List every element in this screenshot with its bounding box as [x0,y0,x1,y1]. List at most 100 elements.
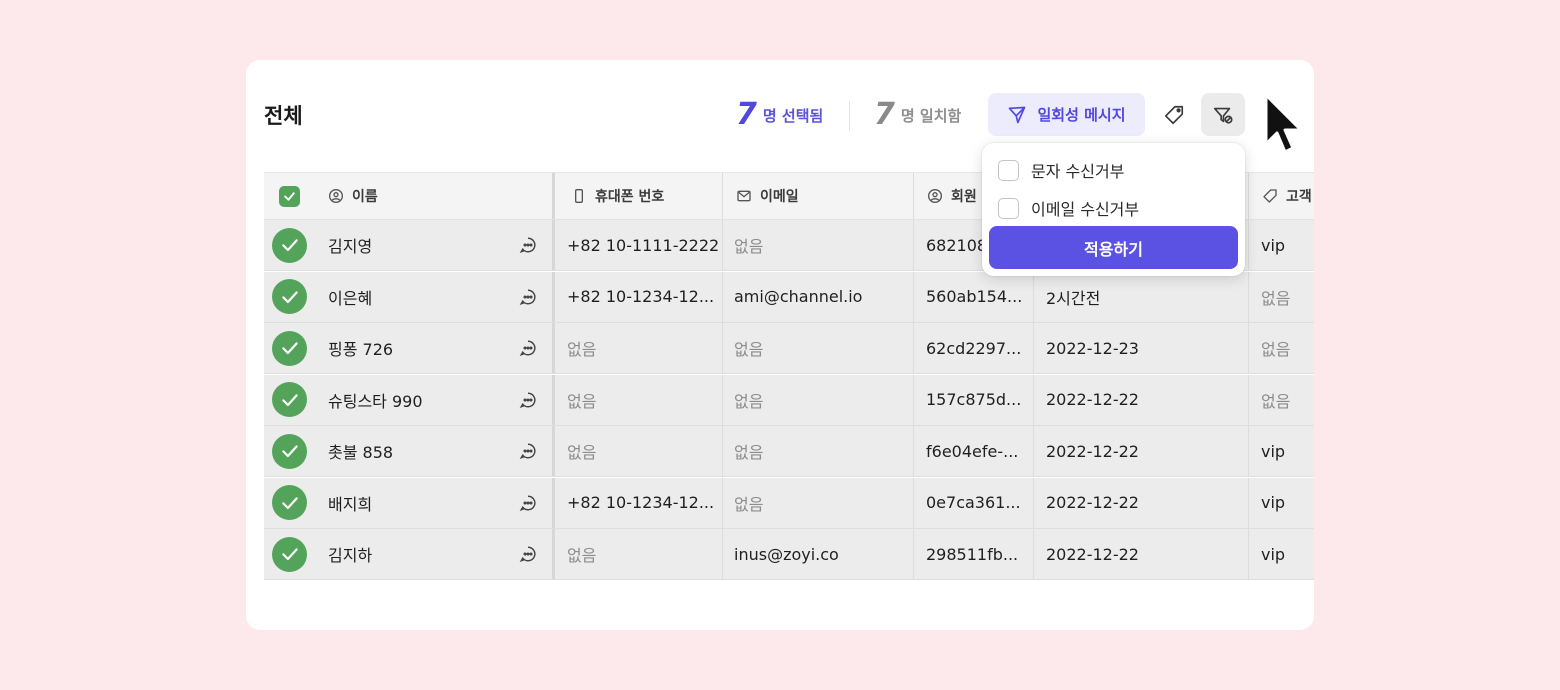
column-divider [1248,529,1249,579]
row-checkbox[interactable] [272,536,307,572]
column-divider [722,220,723,270]
table-row[interactable]: 슈팅스타 990 없음 없음 157c875d... 2022-12-22 없음 [264,374,1314,426]
email-cell: 없음 [734,340,764,359]
column-divider [1248,477,1249,528]
filter-button[interactable] [1201,93,1245,136]
email-cell: 없음 [734,494,764,514]
table-row[interactable]: 김지하 없음 inus@zoyi.co 298511fb... 2022-12-22 vi… [264,529,1314,580]
table-row[interactable]: 배지희 +82 10-1234-12... 없음 0e7ca361... 2022-12… [264,477,1314,529]
column-divider [722,173,723,219]
onetime-message-button[interactable]: 일회성 메시지 [988,93,1145,136]
tag-cell: 없음 [1261,288,1291,308]
column-divider [1248,426,1249,476]
chat-icon[interactable] [519,339,537,357]
apply-button[interactable]: 적용하기 [989,226,1238,269]
filter-option-sms-optout[interactable]: 문자 수신거부 [998,158,1124,182]
column-divider [1248,220,1249,270]
name-cell: 이은혜 [328,288,373,308]
email-optout-checkbox[interactable] [998,197,1019,219]
column-divider [552,374,555,425]
chat-icon[interactable] [519,288,537,306]
date-cell: 2022-12-22 [1046,493,1139,512]
tag-cell: 없음 [1261,391,1291,411]
select-all-checkbox[interactable] [279,185,300,207]
row-checkbox[interactable] [272,433,307,469]
column-header-email[interactable]: 이메일 [736,173,799,219]
tag-cell: vip [1261,544,1286,564]
column-divider [913,529,914,579]
column-divider [1248,173,1249,219]
column-label: 고객 [1286,189,1312,205]
row-select-cell [272,478,307,528]
column-divider [552,529,555,579]
column-divider [913,426,914,476]
row-checkbox[interactable] [272,279,307,314]
table-row[interactable]: 핑퐁 726 없음 없음 62cd2297... 2022-12-23 없음 [264,323,1314,374]
phone-cell: 없음 [567,340,597,359]
phone-cell: 없음 [567,443,597,462]
row-checkbox[interactable] [272,485,307,520]
toolbar: 7 명 선택됨 7 명 일치함 일회성 메시지 [246,93,1314,137]
chat-icon[interactable] [519,391,537,409]
column-divider [1248,271,1249,322]
row-select-cell [272,272,307,322]
column-divider [722,426,723,476]
column-divider [1248,374,1249,425]
phone-cell: +82 10-1234-12... [567,287,715,306]
row-select-cell [272,220,307,270]
row-checkbox[interactable] [272,227,307,263]
column-divider [722,374,723,425]
member-cell: 560ab154... [926,287,1023,306]
column-divider [552,323,555,373]
column-header-tag[interactable]: 고객 [1262,173,1312,219]
member-cell: 157c875d... [926,390,1022,409]
matched-count-number: 7 [874,97,895,132]
column-divider [1248,323,1249,373]
filter-option-label: 이메일 수신거부 [1031,200,1140,219]
matched-count: 7 명 일치함 [874,93,961,137]
table-row[interactable]: 이은혜 +82 10-1234-12... ami@channel.io 560ab1… [264,271,1314,323]
chat-icon[interactable] [519,494,537,512]
column-divider [722,323,723,373]
chat-icon[interactable] [519,545,537,563]
user-circle-icon [328,188,344,204]
row-checkbox[interactable] [272,382,307,417]
column-divider [1033,323,1034,373]
email-cell: ami@channel.io [734,287,863,306]
tag-cell: vip [1261,235,1286,255]
column-divider [913,323,914,373]
date-cell: 2022-12-22 [1046,390,1139,409]
date-cell: 2022-12-22 [1046,544,1139,564]
member-cell: 682108 [926,235,988,255]
column-divider [552,173,555,219]
phone-cell: 없음 [567,546,597,565]
matched-count-label: 명 일치함 [900,106,962,125]
column-header-phone[interactable]: 휴대폰 번호 [571,173,664,219]
sms-optout-checkbox[interactable] [998,159,1019,181]
column-header-member[interactable]: 회원 [927,173,977,219]
column-divider [552,220,555,270]
tag-button[interactable] [1152,93,1196,136]
member-cell: f6e04efe-... [926,441,1019,461]
date-cell: 2022-12-23 [1046,338,1139,358]
name-cell: 슈팅스타 990 [328,391,423,411]
filter-option-label: 문자 수신거부 [1031,162,1125,181]
member-cell: 298511fb... [926,544,1019,564]
onetime-message-label: 일회성 메시지 [1037,106,1126,124]
name-cell: 촛불 858 [328,443,394,462]
column-divider [552,271,555,322]
member-cell: 62cd2297... [926,338,1022,358]
chat-icon[interactable] [519,236,537,254]
tag-cell: 없음 [1261,340,1291,359]
row-select-cell [272,323,307,373]
chat-icon[interactable] [519,442,537,460]
row-checkbox[interactable] [272,330,307,366]
email-cell: 없음 [734,391,764,411]
phone-cell: +82 10-1234-12... [567,493,715,512]
column-header-name[interactable]: 이름 [328,173,378,219]
column-divider [1033,477,1034,528]
table-row[interactable]: 촛불 858 없음 없음 f6e04efe-... 2022-12-22 vip [264,426,1314,477]
filter-option-email-optout[interactable]: 이메일 수신거부 [998,196,1139,220]
column-divider [722,477,723,528]
row-select-cell [272,529,307,579]
